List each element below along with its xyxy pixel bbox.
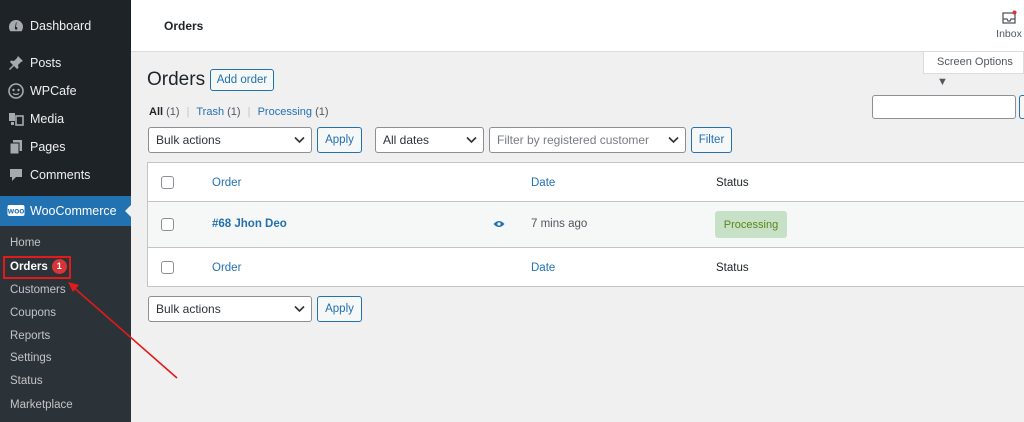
filter-processing-link[interactable]: Processing — [258, 106, 312, 118]
sidebar-item-label: Media — [30, 112, 65, 126]
submenu-label: Home — [10, 237, 41, 249]
submenu-label: Marketplace — [10, 399, 73, 411]
select-all-checkbox-footer[interactable] — [161, 261, 174, 274]
comment-icon — [7, 166, 25, 184]
header-title: Orders — [164, 19, 204, 33]
submenu-item-marketplace[interactable]: Marketplace — [10, 396, 73, 414]
row-checkbox[interactable] — [161, 218, 174, 231]
sidebar-item-dashboard[interactable]: Dashboard — [0, 14, 131, 38]
inbox-button[interactable]: Inbox — [994, 10, 1024, 40]
status-filter-links: All (1) | Trash (1) | Processing (1) — [149, 106, 329, 118]
filter-all-link[interactable]: All — [149, 106, 163, 118]
chevron-down-icon — [294, 136, 305, 144]
eye-icon[interactable] — [493, 220, 505, 228]
order-date: 7 mins ago — [531, 218, 588, 230]
order-link[interactable]: #68 Jhon Deo — [212, 218, 287, 230]
woo-logo-text: WOO — [8, 209, 25, 216]
sidebar-item-woocommerce[interactable]: WOO WooCommerce — [0, 196, 132, 226]
table-header-row: Order Date Status — [148, 163, 1024, 202]
bulk-actions-select-bottom[interactable]: Bulk actions — [148, 296, 312, 322]
filter-processing-count: (1) — [315, 106, 329, 118]
pushpin-icon — [7, 54, 25, 72]
sidebar-item-label: Dashboard — [30, 19, 92, 33]
filter-trash-count: (1) — [227, 106, 241, 118]
media-icon — [7, 110, 25, 128]
add-order-button[interactable]: Add order — [210, 69, 274, 91]
filter-button[interactable]: Filter — [691, 127, 732, 153]
submenu-label: Settings — [10, 352, 52, 364]
page-title: Orders — [147, 69, 206, 90]
submenu-item-home[interactable]: Home — [10, 234, 41, 252]
orders-highlight-annotation — [3, 256, 71, 279]
table-row[interactable]: #68 Jhon Deo 7 mins ago Processing — [148, 202, 1024, 248]
column-header-status: Status — [716, 177, 749, 189]
filter-all-count: (1) — [166, 106, 180, 118]
sidebar-item-comments[interactable]: Comments — [0, 163, 131, 187]
sidebar-item-label: WPCafe — [30, 84, 77, 98]
customer-filter-placeholder: Filter by registered customer — [497, 133, 650, 147]
apply-button-bottom[interactable]: Apply — [317, 296, 362, 322]
submenu-label: Customers — [10, 284, 66, 296]
bulk-actions-value: Bulk actions — [156, 302, 221, 316]
customer-filter-select[interactable]: Filter by registered customer — [489, 127, 686, 153]
dashboard-icon — [7, 17, 25, 35]
cafe-icon — [7, 82, 25, 100]
bulk-actions-value: Bulk actions — [156, 133, 221, 147]
active-menu-arrow — [125, 204, 132, 218]
select-all-checkbox[interactable] — [161, 176, 174, 189]
submenu-label: Status — [10, 375, 43, 387]
filter-separator: | — [186, 106, 190, 118]
submenu-item-reports[interactable]: Reports — [10, 327, 50, 345]
filter-trash-link[interactable]: Trash — [196, 106, 224, 118]
submenu-item-settings[interactable]: Settings — [10, 349, 52, 367]
column-header-date[interactable]: Date — [531, 177, 555, 189]
date-filter-value: All dates — [383, 133, 430, 147]
column-footer-order[interactable]: Order — [212, 262, 241, 274]
table-footer-row: Order Date Status — [148, 248, 1024, 287]
column-footer-date[interactable]: Date — [531, 262, 555, 274]
chevron-down-icon — [466, 136, 477, 144]
sidebar-item-pages[interactable]: Pages — [0, 135, 131, 159]
screen-options-button[interactable]: Screen Options ▼ — [923, 52, 1024, 88]
submenu-item-customers[interactable]: Customers — [10, 281, 66, 299]
orders-table: Order Date Status #68 Jhon Deo 7 mins ag… — [147, 162, 1024, 287]
submenu-label: Reports — [10, 330, 51, 342]
column-footer-status: Status — [716, 262, 749, 274]
apply-button-top[interactable]: Apply — [317, 127, 362, 153]
woocommerce-icon: WOO — [7, 202, 25, 220]
filter-separator: | — [247, 106, 251, 118]
bulk-actions-select-top[interactable]: Bulk actions — [148, 127, 312, 153]
sidebar-item-posts[interactable]: Posts — [0, 51, 131, 75]
pages-icon — [7, 138, 25, 156]
date-filter-select[interactable]: All dates — [375, 127, 484, 153]
search-orders-input[interactable] — [872, 95, 1016, 119]
sidebar-item-wpcafe[interactable]: WPCafe — [0, 79, 131, 103]
sidebar-item-label: Pages — [30, 140, 66, 154]
sidebar-item-label: WooCommerce — [30, 204, 117, 218]
woocommerce-header-bar: Orders Inbox — [131, 0, 1024, 52]
admin-sidebar: Dashboard Posts WPCafe Media Pages Comme… — [0, 0, 132, 422]
sidebar-item-media[interactable]: Media — [0, 107, 131, 131]
submenu-item-status[interactable]: Status — [10, 372, 43, 390]
chevron-down-icon — [294, 305, 305, 313]
search-orders-button[interactable] — [1019, 95, 1024, 119]
submenu-item-coupons[interactable]: Coupons — [10, 304, 56, 322]
sidebar-item-label: Comments — [30, 168, 91, 182]
status-badge: Processing — [715, 211, 787, 238]
sidebar-item-label: Posts — [30, 56, 62, 70]
inbox-label: Inbox — [996, 28, 1022, 40]
submenu-label: Coupons — [10, 307, 57, 319]
chevron-down-icon — [668, 136, 679, 144]
column-header-order[interactable]: Order — [212, 177, 241, 189]
inbox-icon — [1002, 10, 1017, 24]
